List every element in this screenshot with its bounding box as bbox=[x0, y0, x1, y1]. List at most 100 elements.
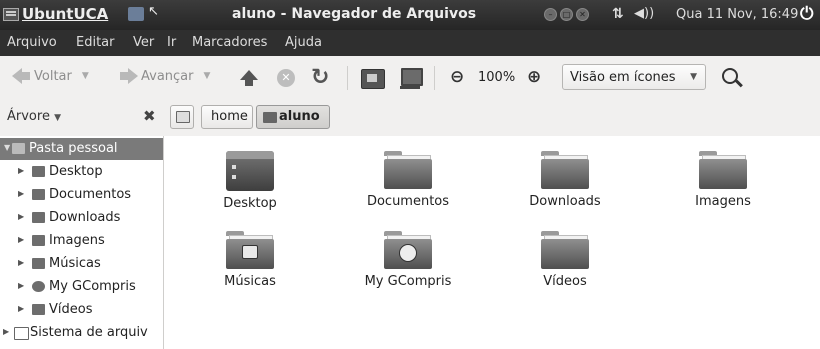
music-folder-icon bbox=[226, 231, 274, 269]
maximize-button[interactable]: □ bbox=[560, 8, 573, 21]
zoom-level[interactable]: 100% bbox=[478, 70, 515, 85]
sidebar-item-label: Pasta pessoal bbox=[29, 141, 118, 156]
applications-menu-icon[interactable] bbox=[3, 8, 19, 21]
file-item-videos[interactable]: Vídeos bbox=[495, 231, 635, 289]
sidebar-item-downloads[interactable]: ▶ Downloads bbox=[0, 207, 163, 229]
sidebar-item-pasta-pessoal[interactable]: ▼ Pasta pessoal bbox=[0, 138, 163, 160]
collapsed-triangle-icon[interactable]: ▶ bbox=[18, 166, 24, 175]
menu-ir[interactable]: Ir bbox=[167, 35, 176, 50]
up-arrow-icon[interactable] bbox=[240, 70, 258, 86]
zoom-in-icon[interactable]: ⊕ bbox=[527, 67, 541, 87]
collapsed-triangle-icon[interactable]: ▶ bbox=[18, 304, 24, 313]
home-folder-icon[interactable] bbox=[361, 69, 385, 89]
file-item-documentos[interactable]: Documentos bbox=[338, 151, 478, 209]
folder-icon bbox=[541, 231, 589, 269]
menu-arquivo[interactable]: Arquivo bbox=[7, 35, 57, 50]
gcompris-icon bbox=[32, 281, 45, 292]
sidebar-item-label: Vídeos bbox=[49, 302, 93, 317]
network-icon[interactable]: ⇅ bbox=[612, 6, 624, 22]
file-item-musicas[interactable]: Músicas bbox=[180, 231, 320, 289]
chevron-down-icon: ▼ bbox=[54, 113, 62, 123]
sidebar-item-documentos[interactable]: ▶ Documentos bbox=[0, 184, 163, 206]
view-mode-select[interactable]: Visão em ícones ▼ bbox=[562, 64, 706, 90]
menu-bar: Arquivo Editar Ver Ir Marcadores Ajuda bbox=[0, 30, 820, 56]
sidebar-item-label: Desktop bbox=[49, 164, 103, 179]
panel-brand[interactable]: UbuntUCA bbox=[22, 5, 108, 23]
forward-label: Avançar bbox=[141, 68, 194, 84]
folder-icon bbox=[384, 151, 432, 189]
reload-icon[interactable]: ↻ bbox=[311, 65, 329, 90]
file-view: Desktop Documentos Downloads Imagens Mús… bbox=[164, 136, 820, 349]
sidebar-item-my-gcompris[interactable]: ▶ My GCompris bbox=[0, 276, 163, 298]
collapsed-triangle-icon[interactable]: ▶ bbox=[18, 235, 24, 244]
folder-icon bbox=[32, 212, 45, 223]
menu-editar[interactable]: Editar bbox=[76, 35, 115, 50]
power-icon[interactable]: ⏻ bbox=[800, 4, 813, 24]
minimize-button[interactable]: – bbox=[544, 8, 557, 21]
folder-icon bbox=[32, 235, 45, 246]
back-history-caret-icon[interactable]: ▼ bbox=[82, 71, 89, 81]
sidebar-item-label: Documentos bbox=[49, 187, 132, 202]
stop-icon[interactable]: ✕ bbox=[277, 69, 295, 87]
breadcrumb-aluno-label: aluno bbox=[279, 109, 320, 124]
back-button[interactable]: Voltar ▼ bbox=[12, 68, 89, 84]
collapsed-triangle-icon[interactable]: ▶ bbox=[18, 258, 24, 267]
drive-icon bbox=[14, 327, 29, 340]
home-folder-icon bbox=[263, 112, 277, 123]
collapsed-triangle-icon[interactable]: ▶ bbox=[18, 281, 24, 290]
sidebar-item-label: My GCompris bbox=[49, 279, 136, 294]
file-item-label: Vídeos bbox=[543, 274, 587, 289]
menu-ajuda[interactable]: Ajuda bbox=[285, 35, 322, 50]
zoom-out-icon[interactable]: ⊖ bbox=[450, 67, 464, 87]
breadcrumb-home-label: home bbox=[211, 109, 248, 124]
location-bar: Árvore ▼ ✖ home aluno bbox=[0, 100, 820, 136]
menu-ver[interactable]: Ver bbox=[133, 35, 154, 50]
file-item-desktop[interactable]: Desktop bbox=[180, 151, 320, 211]
sidebar-item-sistema-de-arquivos[interactable]: ▶ Sistema de arquiv bbox=[0, 322, 163, 344]
file-item-my-gcompris[interactable]: My GCompris bbox=[338, 231, 478, 289]
file-item-label: Desktop bbox=[223, 196, 277, 211]
volume-icon[interactable]: ◀)) bbox=[634, 6, 654, 21]
sidebar-item-label: Imagens bbox=[49, 233, 105, 248]
forward-history-caret-icon[interactable]: ▼ bbox=[204, 71, 211, 81]
home-folder-icon bbox=[12, 143, 25, 154]
file-item-label: Músicas bbox=[224, 274, 276, 289]
file-item-label: My GCompris bbox=[364, 274, 452, 289]
forward-button[interactable]: Avançar ▼ bbox=[120, 68, 210, 84]
sidebar-item-label: Downloads bbox=[49, 210, 121, 225]
sidebar-item-videos[interactable]: ▶ Vídeos bbox=[0, 299, 163, 321]
folder-icon bbox=[699, 151, 747, 189]
launcher-icon[interactable] bbox=[128, 7, 144, 21]
close-sidebar-icon[interactable]: ✖ bbox=[143, 107, 156, 125]
close-button[interactable]: ✕ bbox=[576, 8, 589, 21]
search-icon[interactable] bbox=[720, 66, 744, 90]
expanded-triangle-icon[interactable]: ▼ bbox=[4, 143, 10, 152]
window-controls: – □ ✕ bbox=[544, 8, 589, 21]
collapsed-triangle-icon[interactable]: ▶ bbox=[3, 327, 9, 336]
file-item-downloads[interactable]: Downloads bbox=[495, 151, 635, 209]
music-folder-icon bbox=[32, 258, 45, 269]
chevron-down-icon: ▼ bbox=[690, 72, 697, 82]
computer-icon[interactable] bbox=[400, 68, 423, 89]
file-item-label: Documentos bbox=[366, 194, 450, 209]
file-item-imagens[interactable]: Imagens bbox=[653, 151, 793, 209]
sidebar-mode-select[interactable]: Árvore ▼ bbox=[7, 109, 61, 124]
sidebar-item-desktop[interactable]: ▶ Desktop bbox=[0, 161, 163, 183]
menu-marcadores[interactable]: Marcadores bbox=[192, 35, 267, 50]
sidebar-item-imagens[interactable]: ▶ Imagens bbox=[0, 230, 163, 252]
breadcrumb-home[interactable]: home bbox=[201, 105, 253, 129]
forward-arrow-icon bbox=[120, 68, 138, 84]
back-label: Voltar bbox=[34, 68, 72, 84]
file-item-label: Downloads bbox=[529, 194, 601, 209]
sidebar-item-musicas[interactable]: ▶ Músicas bbox=[0, 253, 163, 275]
view-mode-value: Visão em ícones bbox=[570, 70, 676, 85]
toggle-location-entry-button[interactable] bbox=[170, 105, 194, 129]
breadcrumb-aluno[interactable]: aluno bbox=[256, 105, 330, 129]
window-title: aluno - Navegador de Arquivos bbox=[232, 6, 477, 22]
collapsed-triangle-icon[interactable]: ▶ bbox=[18, 189, 24, 198]
folder-icon bbox=[541, 151, 589, 189]
collapsed-triangle-icon[interactable]: ▶ bbox=[18, 212, 24, 221]
sidebar-item-label: Sistema de arquiv bbox=[30, 325, 148, 340]
desktop-folder-icon bbox=[226, 151, 274, 191]
clock[interactable]: Qua 11 Nov, 16:49 bbox=[676, 7, 798, 22]
